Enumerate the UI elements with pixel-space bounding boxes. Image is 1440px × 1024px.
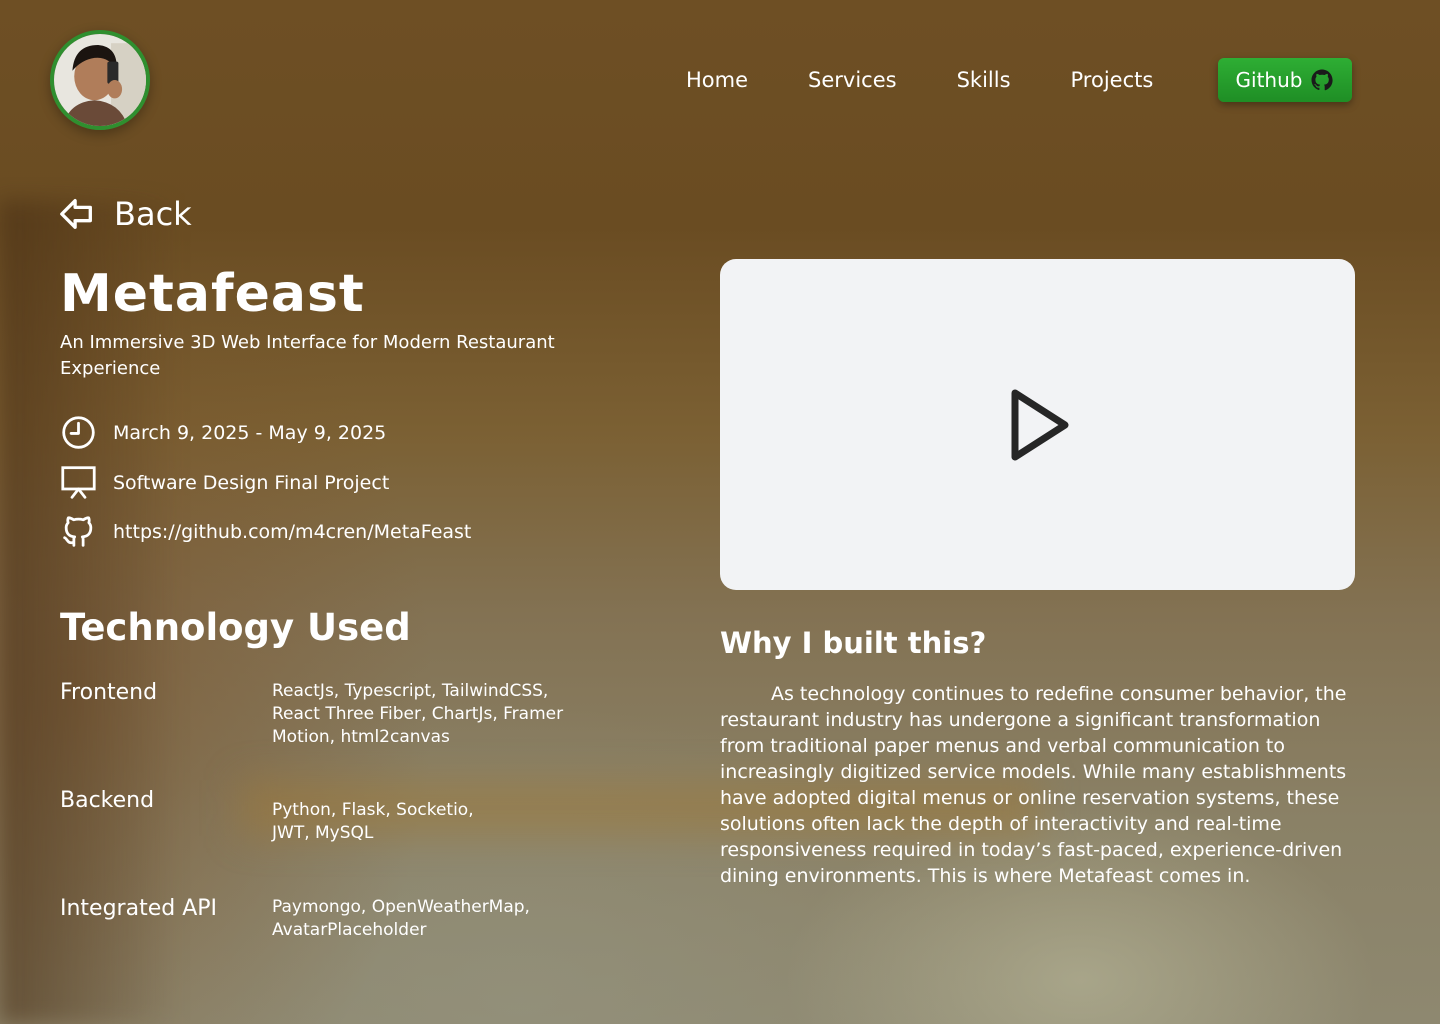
play-icon[interactable] [1003,385,1073,465]
tech-label-backend: Backend [60,788,155,813]
github-icon [1311,69,1334,91]
why-text: As technology continues to redefine cons… [720,683,1347,887]
tech-value-frontend: ReactJs, Typescript, TailwindCSS, React … [272,681,564,747]
technology-heading: Technology Used [60,606,411,649]
project-date-text: March 9, 2025 - May 9, 2025 [113,421,387,444]
tech-value-api: Paymongo, OpenWeatherMap, AvatarPlacehol… [272,897,530,940]
avatar[interactable] [50,30,150,130]
project-repo: https://github.com/m4cren/MetaFeast [60,513,471,550]
tech-label-frontend: Frontend [60,680,158,705]
nav-services[interactable]: Services [808,68,897,92]
video-player[interactable] [720,259,1355,590]
clock-icon [62,416,95,449]
why-heading: Why I built this? [720,626,987,660]
tech-value-backend: Python, Flask, Socketio, JWT, MySQL [272,800,474,843]
back-arrow-icon [60,199,92,229]
back-button[interactable]: Back [58,192,192,236]
nav-projects[interactable]: Projects [1071,68,1154,92]
project-course: Software Design Final Project [60,464,389,501]
project-course-text: Software Design Final Project [113,471,390,494]
project-date: March 9, 2025 - May 9, 2025 [60,414,386,451]
repo-link[interactable]: https://github.com/m4cren/MetaFeast [113,521,471,543]
nav-skills[interactable]: Skills [957,68,1011,92]
nav-home[interactable]: Home [686,68,748,92]
github-outline-icon [63,516,93,547]
presentation-icon [61,466,96,499]
main-nav: Home Services Skills Projects [686,58,1153,102]
github-button[interactable]: Github [1218,58,1352,102]
github-button-label: Github [1235,68,1303,92]
back-label: Back [114,195,192,233]
project-subtitle: An Immersive 3D Web Interface for Modern… [60,332,555,379]
project-title: Metafeast [60,264,365,324]
tech-label-api: Integrated API [60,896,218,921]
